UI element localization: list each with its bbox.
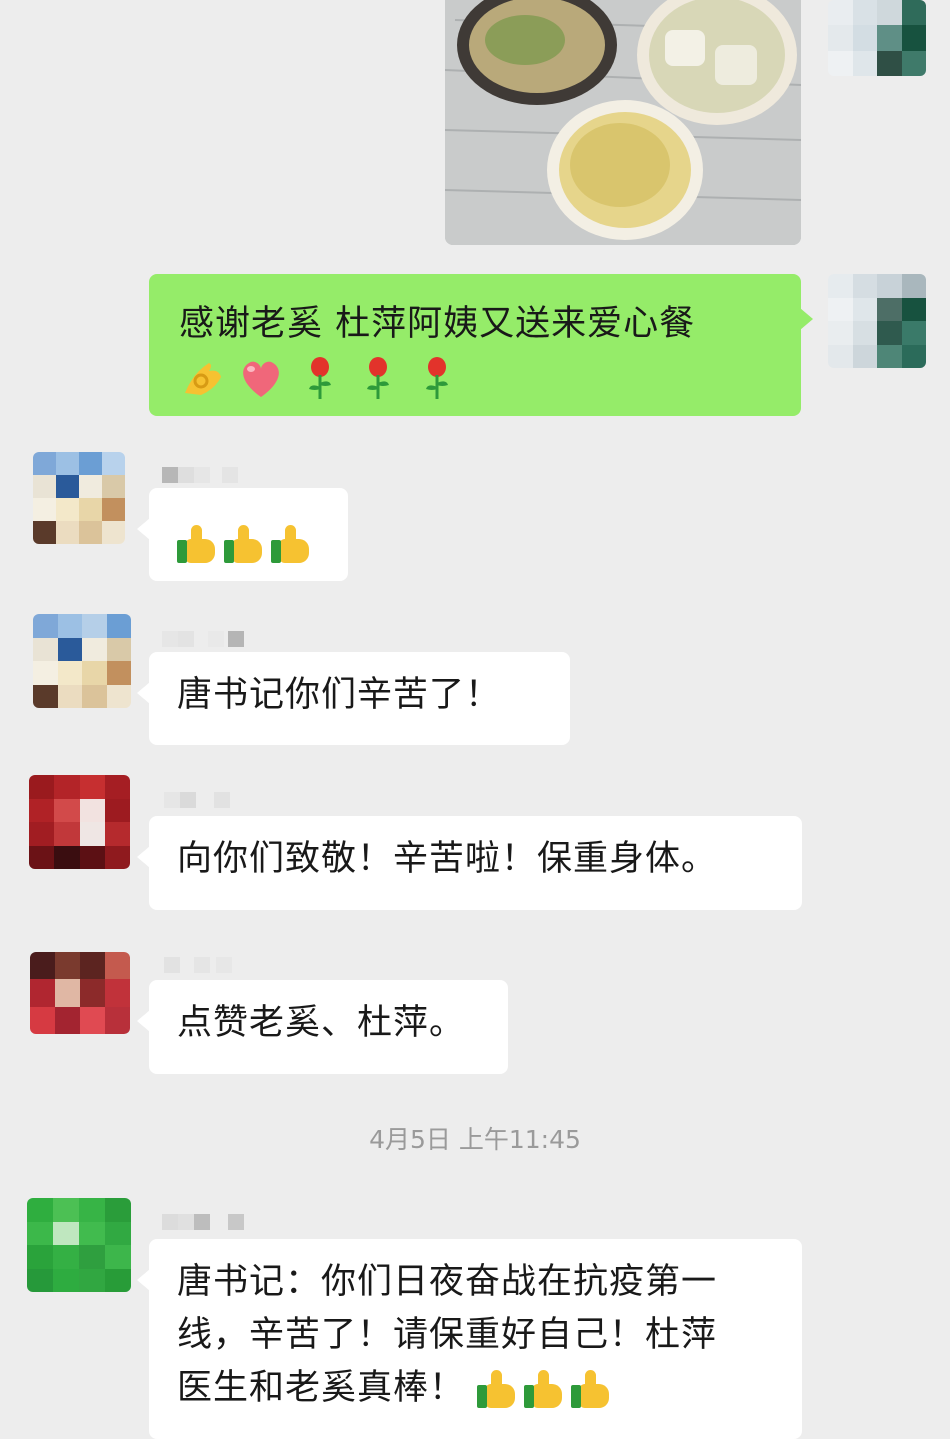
rose-icon [309,357,332,399]
message-text: 唐书记你们辛苦了！ [177,675,502,715]
message-text-line: 线，辛苦了！请保重好自己！杜萍 [177,1315,718,1355]
avatar-contact[interactable] [33,452,125,544]
emoji-row [177,505,320,567]
chat-timestamp: 4月5日 上午11:45 [369,1125,581,1154]
incoming-message-bubble[interactable]: 点赞老奚、杜萍。 [137,980,508,1074]
food-photo-icon [445,0,801,245]
thumbs-up-icon [177,523,219,565]
avatar-self[interactable] [828,0,926,76]
ok-hand-icon [185,363,221,395]
incoming-message-bubble[interactable] [137,488,348,581]
avatar-self[interactable] [828,274,926,368]
sender-name-redacted [162,467,242,483]
message-text: 点赞老奚、杜萍。 [177,1003,466,1043]
avatar-contact[interactable] [27,1198,131,1292]
food-photo-message[interactable] [445,0,801,245]
incoming-message-bubble[interactable]: 唐书记你们辛苦了！ [137,652,570,745]
sender-name-redacted [164,792,234,808]
emoji-row [179,351,771,401]
sender-name-redacted [164,957,244,973]
rose-icon [425,357,448,399]
avatar-contact[interactable] [33,614,131,708]
thumbs-up-icon [224,523,266,565]
message-text-tail: 医生和老奚真棒！ [177,1368,466,1408]
message-text: 感谢老奚 杜萍阿姨又送来爱心餐 [179,304,696,344]
avatar-contact[interactable] [29,775,130,869]
message-text-line: 唐书记：你们日夜奋战在抗疫第一 [177,1262,718,1302]
message-text-line: 医生和老奚真棒！ [177,1362,774,1415]
avatar-contact[interactable] [30,952,130,1034]
thumbs-up-icon [524,1368,566,1410]
outgoing-message-bubble[interactable]: 感谢老奚 杜萍阿姨又送来爱心餐 [149,274,813,416]
thumbs-up-icon [477,1368,519,1410]
message-text: 向你们致敬！辛苦啦！保重身体。 [177,839,718,879]
heart-icon [243,361,280,397]
sender-name-redacted [162,1214,246,1230]
rose-icon [367,357,390,399]
sender-name-redacted [162,631,246,647]
thumbs-up-icon [271,523,313,565]
incoming-message-bubble[interactable]: 唐书记：你们日夜奋战在抗疫第一 线，辛苦了！请保重好自己！杜萍 医生和老奚真棒！ [137,1239,802,1439]
incoming-message-bubble[interactable]: 向你们致敬！辛苦啦！保重身体。 [137,816,802,910]
thumbs-up-icon [571,1368,613,1410]
